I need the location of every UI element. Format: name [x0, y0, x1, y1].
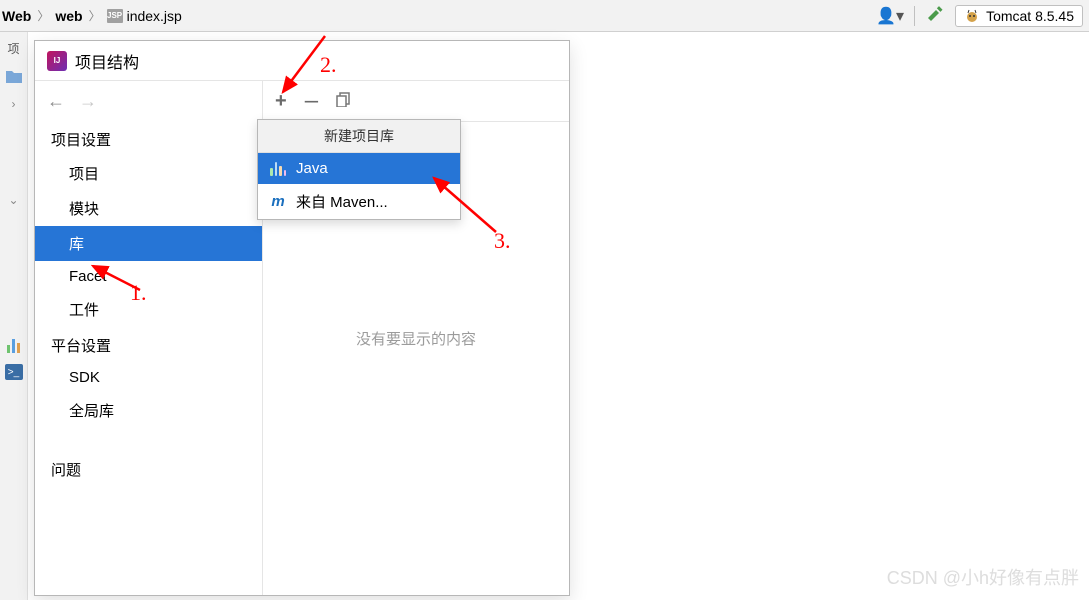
nav-arrows: ← → — [35, 81, 262, 121]
sidebar-item-global-libs[interactable]: 全局库 — [35, 393, 262, 428]
breadcrumb-item-web-folder[interactable]: web — [55, 8, 82, 24]
intellij-icon — [47, 51, 67, 71]
terminal-icon[interactable]: >_ — [5, 364, 23, 380]
watermark: CSDN @小h好像有点胖 — [887, 564, 1079, 590]
maven-icon: m — [270, 194, 286, 210]
java-library-icon — [270, 162, 286, 176]
library-toolbar: + – — [263, 81, 569, 121]
sidebar-item-problems[interactable]: 问题 — [35, 452, 262, 487]
copy-button[interactable] — [336, 91, 352, 112]
remove-button[interactable]: – — [305, 89, 318, 113]
chevron-right-icon[interactable]: › — [4, 94, 24, 114]
popup-item-maven[interactable]: m 来自 Maven... — [258, 184, 460, 219]
sidebar-item-modules[interactable]: 模块 — [35, 191, 262, 226]
sidebar-item-facets[interactable]: Facet — [35, 261, 262, 292]
structure-icon[interactable] — [4, 336, 24, 356]
sidebar-item-libraries[interactable]: 库 — [35, 226, 262, 261]
dialog-title: 项目结构 — [75, 49, 139, 73]
breadcrumb-file-label: index.jsp — [127, 8, 182, 24]
sidebar-item-sdk[interactable]: SDK — [35, 362, 262, 393]
dialog-main-panel: + – 没有要显示的内容 新建项目库 Java m — [263, 81, 569, 595]
user-icon[interactable]: 👤▾ — [876, 6, 904, 26]
popup-header: 新建项目库 — [258, 120, 460, 153]
breadcrumb[interactable]: Web 〉 web 〉 JSP index.jsp — [0, 7, 182, 24]
breadcrumb-item-file[interactable]: JSP index.jsp — [107, 8, 182, 24]
empty-state-text: 没有要显示的内容 — [356, 328, 476, 349]
popup-item-java-label: Java — [296, 160, 328, 177]
forward-arrow-icon[interactable]: → — [79, 91, 97, 112]
chevron-down-icon[interactable]: ⌄ — [4, 190, 24, 210]
folder-icon[interactable] — [4, 66, 24, 86]
breadcrumb-item-web-project[interactable]: Web — [2, 8, 31, 24]
sidebar-item-artifacts[interactable]: 工件 — [35, 292, 262, 327]
popup-item-maven-label: 来自 Maven... — [296, 191, 388, 212]
top-right-tools: 👤▾ Tomcat 8.5.45 — [876, 4, 1083, 27]
left-tool-strip: 项 › ⌄ >_ — [0, 32, 28, 600]
new-library-popup: 新建项目库 Java m 来自 Maven... — [257, 119, 461, 220]
tomcat-icon — [964, 8, 980, 24]
run-config-label: Tomcat 8.5.45 — [986, 8, 1074, 24]
dialog-sidebar: ← → 项目设置 项目 模块 库 Facet 工件 平台设置 SDK 全局库 问… — [35, 81, 263, 595]
project-structure-dialog: 项目结构 ← → 项目设置 项目 模块 库 Facet 工件 平台设置 SDK … — [34, 40, 570, 596]
divider — [914, 6, 915, 26]
chevron-right-icon: 〉 — [89, 7, 101, 24]
add-button[interactable]: + — [275, 90, 287, 113]
chevron-right-icon: 〉 — [37, 7, 49, 24]
sidebar-item-project[interactable]: 项目 — [35, 156, 262, 191]
popup-item-java[interactable]: Java — [258, 153, 460, 184]
run-config-tomcat[interactable]: Tomcat 8.5.45 — [955, 5, 1083, 27]
back-arrow-icon[interactable]: ← — [47, 91, 65, 112]
project-tool-label[interactable]: 项 — [4, 38, 24, 58]
jsp-file-icon: JSP — [107, 9, 123, 23]
dialog-title-bar: 项目结构 — [35, 41, 569, 81]
section-platform-settings: 平台设置 — [35, 327, 262, 362]
breadcrumb-bar: Web 〉 web 〉 JSP index.jsp 👤▾ Tomcat 8.5.… — [0, 0, 1089, 32]
section-project-settings: 项目设置 — [35, 121, 262, 156]
hammer-build-icon[interactable] — [925, 4, 945, 27]
